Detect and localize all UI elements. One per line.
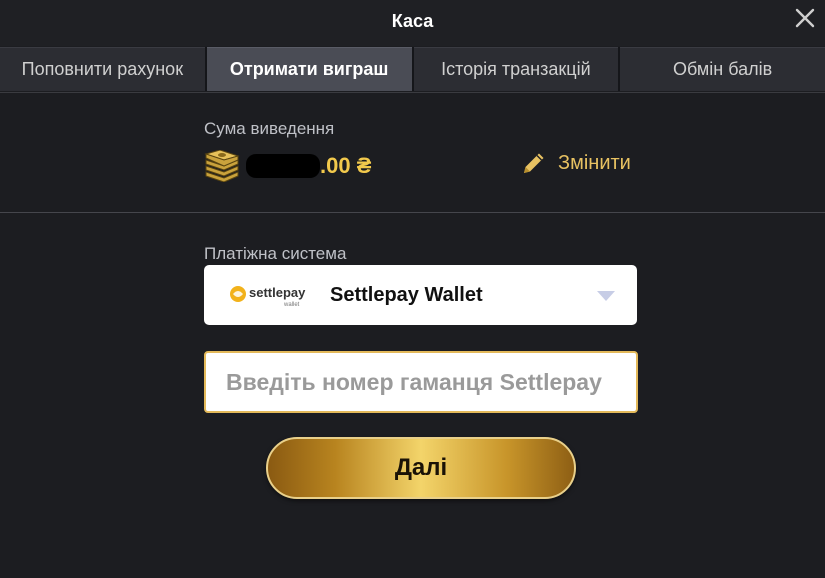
amount-suffix: .00 ₴ — [320, 153, 372, 178]
chevron-down-icon — [597, 291, 615, 301]
tab-deposit[interactable]: Поповнити рахунок — [0, 47, 205, 91]
payment-system-select[interactable]: settlepay wallet Settlepay Wallet — [204, 265, 637, 325]
payment-system-value: Settlepay Wallet — [330, 283, 483, 306]
tab-label: Обмін балів — [673, 59, 773, 79]
change-amount-button[interactable]: Змінити — [520, 148, 631, 178]
masked-amount — [246, 154, 320, 178]
tab-transaction-history[interactable]: Історія транзакцій — [413, 47, 619, 91]
change-amount-label: Змінити — [558, 151, 631, 174]
tab-points-exchange[interactable]: Обмін балів — [620, 47, 825, 91]
money-stack-icon — [204, 150, 240, 182]
cashier-tabs: Поповнити рахунок Отримати виграш Історі… — [0, 47, 825, 91]
settlepay-logo: settlepay wallet — [230, 285, 306, 308]
tab-label: Отримати виграш — [229, 59, 389, 79]
settlepay-logo-text: settlepay — [249, 285, 306, 300]
section-divider — [0, 212, 825, 213]
settlepay-logo-subtext: wallet — [283, 302, 300, 308]
tab-label: Поповнити рахунок — [21, 59, 184, 79]
withdrawal-amount-label: Сума виведення — [204, 119, 335, 138]
tab-withdraw[interactable]: Отримати виграш — [206, 47, 412, 91]
tabs-divider — [0, 92, 825, 93]
withdrawal-amount: .00 ₴ — [204, 148, 371, 184]
close-icon[interactable] — [791, 4, 819, 32]
wallet-number-input[interactable] — [204, 351, 638, 413]
next-button-label: Далі — [394, 454, 448, 481]
payment-system-label: Платіжна система — [204, 244, 347, 263]
modal-header: Каса — [0, 0, 825, 46]
tab-label: Історія транзакцій — [441, 59, 591, 79]
next-button[interactable]: Далі — [266, 437, 576, 499]
modal-title: Каса — [391, 11, 434, 31]
pencil-icon — [524, 153, 544, 173]
